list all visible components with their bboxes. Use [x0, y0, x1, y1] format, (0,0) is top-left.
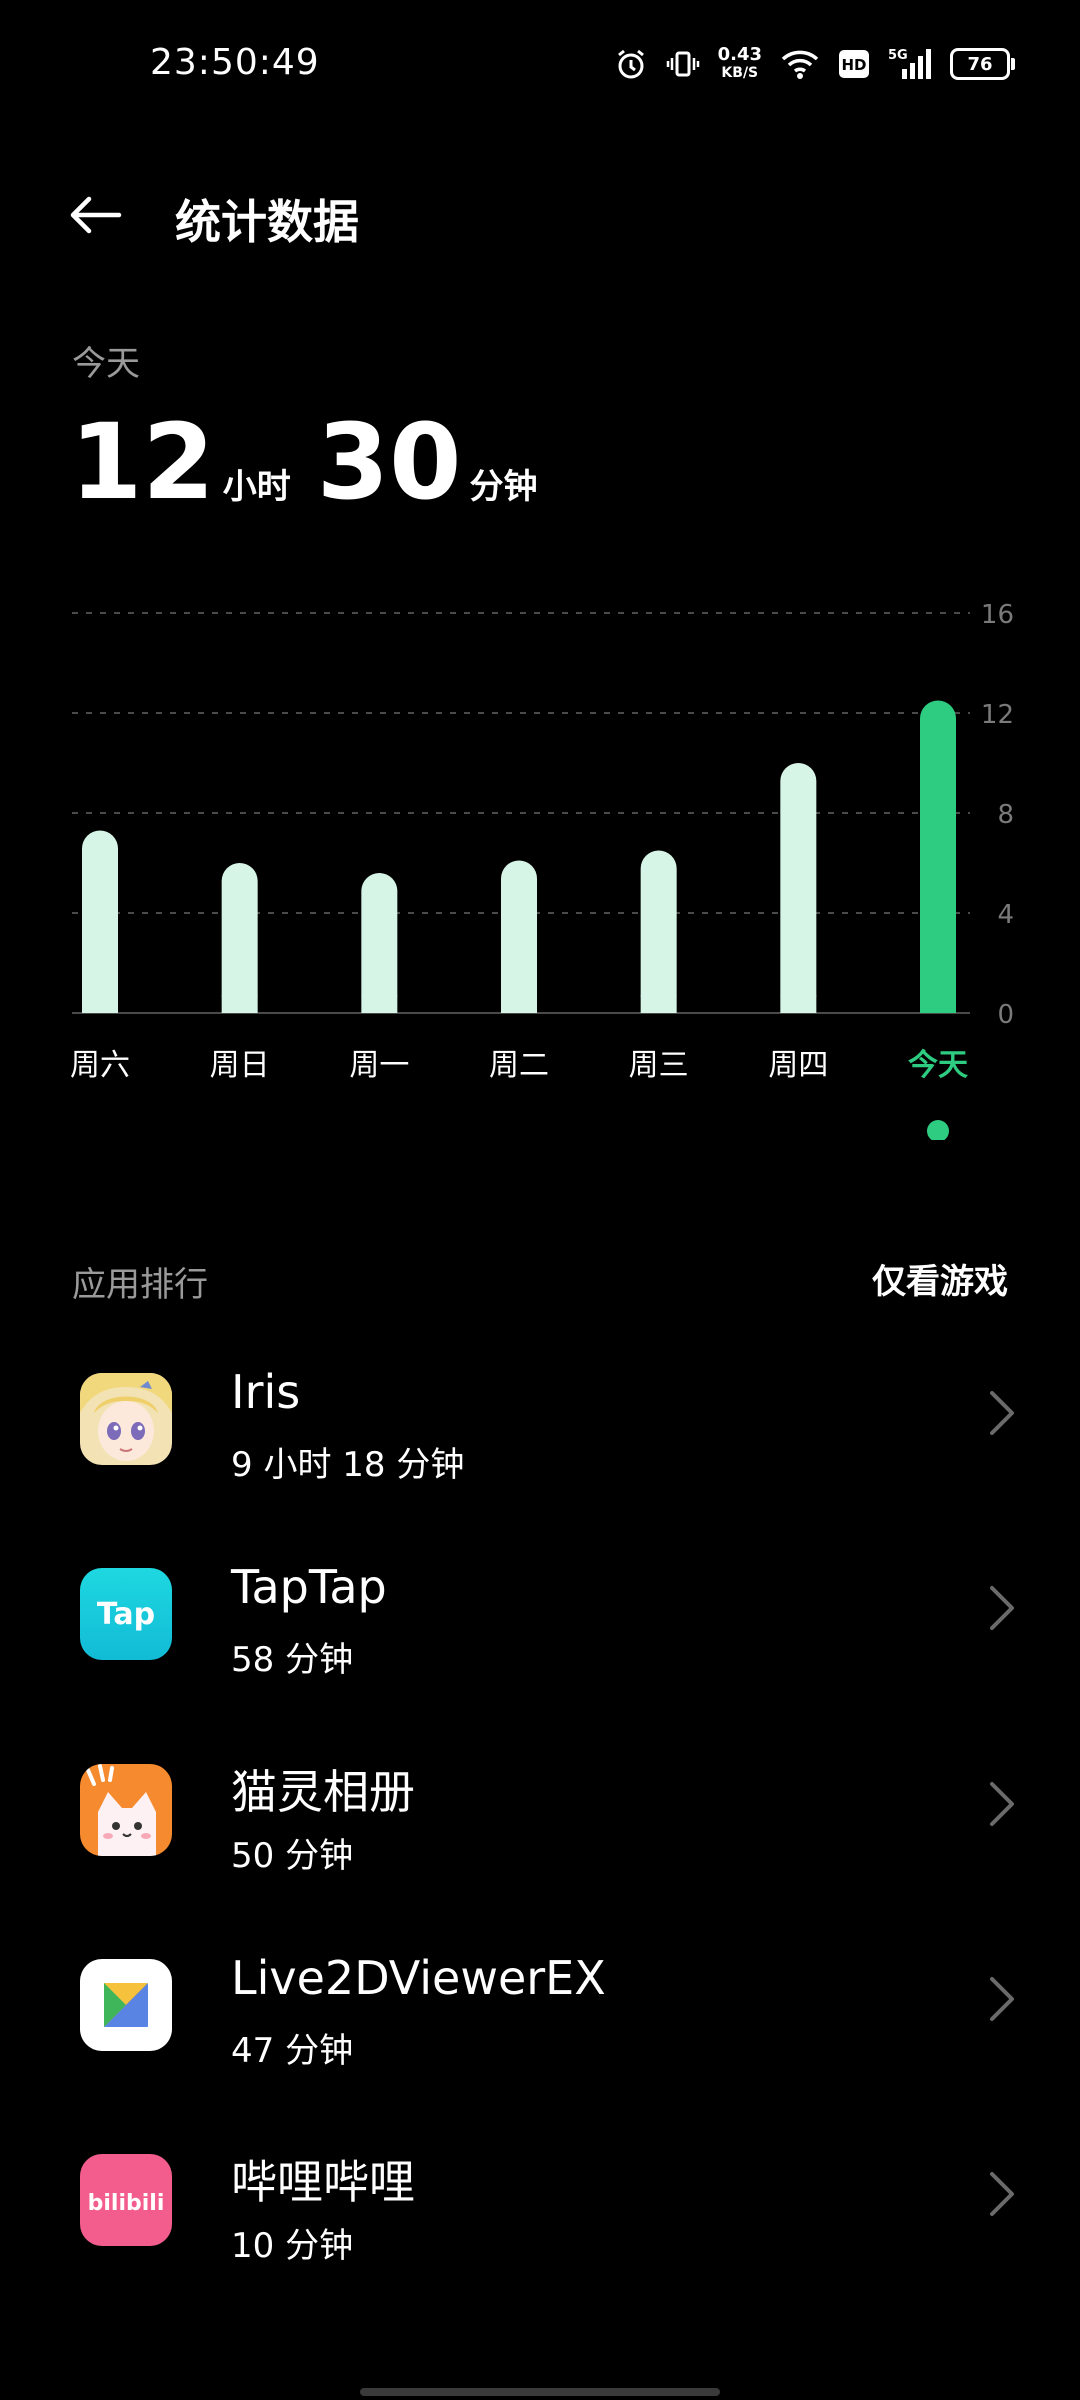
hours-value: 12: [70, 401, 215, 523]
bar-4[interactable]: [640, 850, 677, 1014]
bar-base-3: [501, 995, 537, 1013]
app-name: 哔哩哔哩: [231, 2155, 415, 2209]
app-name: Live2DViewerEX: [231, 1951, 606, 2005]
x-tick-label: 今天: [908, 1048, 968, 1083]
bar-base-0: [82, 995, 118, 1013]
svg-text:5G: 5G: [888, 48, 908, 63]
app-row-bilibili[interactable]: bilibili 哔哩哔哩 10 分钟: [0, 2104, 1080, 2294]
bar-base-1: [221, 995, 258, 1013]
hd-icon: HD: [838, 49, 870, 79]
y-tick-label: 0: [997, 1000, 1014, 1030]
bar-6[interactable]: [920, 700, 956, 1014]
chevron-right-icon: [990, 1977, 1014, 2021]
y-tick-label: 12: [981, 700, 1014, 730]
usage-summary: 12 小时 30 分钟: [70, 410, 563, 514]
y-tick-label: 8: [997, 800, 1014, 830]
svg-text:HD: HD: [841, 56, 866, 74]
taptap-app-icon: Tap: [80, 1568, 172, 1660]
back-button[interactable]: [60, 180, 130, 250]
app-name: 猫灵相册: [231, 1765, 415, 1819]
selected-day-indicator: [927, 1120, 949, 1140]
app-row-live2d[interactable]: Live2DViewerEX 47 分钟: [0, 1909, 1080, 2099]
cat-album-app-icon: [80, 1764, 172, 1856]
bar-3[interactable]: [501, 860, 537, 1014]
bar-base-5: [780, 995, 817, 1013]
ranking-title: 应用排行: [72, 1265, 208, 1305]
svg-text:Tap: Tap: [97, 1597, 155, 1632]
bar-5[interactable]: [780, 763, 817, 1013]
home-indicator[interactable]: [360, 2388, 720, 2396]
app-usage-time: 47 分钟: [231, 2031, 354, 2071]
battery-icon: 76: [950, 48, 1015, 80]
alarm-icon: [614, 47, 648, 81]
x-tick-label: 周一: [349, 1048, 409, 1083]
app-row-iris[interactable]: Iris 9 小时 18 分钟: [0, 1323, 1080, 1513]
x-tick-label: 周四: [768, 1048, 828, 1083]
chevron-right-icon: [990, 2172, 1014, 2216]
chevron-right-icon: [990, 1586, 1014, 1630]
minutes-value: 30: [316, 401, 462, 523]
live2d-app-icon: [80, 1959, 172, 2051]
iris-app-icon: [80, 1373, 172, 1465]
bar-0[interactable]: [82, 830, 118, 1014]
status-time: 23:50:49: [150, 42, 320, 83]
x-tick-label: 周三: [629, 1048, 689, 1083]
today-label: 今天: [72, 344, 140, 384]
app-usage-time: 50 分钟: [231, 1836, 354, 1876]
cellular-signal-icon: 5G: [888, 47, 932, 81]
y-tick-label: 4: [997, 900, 1014, 930]
usage-bar-chart: 0 4 8 12 16 周六 周日 周一 周二 周三 周四 今天: [70, 600, 1014, 1140]
svg-text:bilibili: bilibili: [88, 2191, 165, 2216]
app-usage-time: 9 小时 18 分钟: [231, 1445, 465, 1485]
bar-1[interactable]: [221, 863, 258, 1013]
x-tick-label: 周六: [70, 1048, 130, 1083]
wifi-icon: [780, 47, 820, 81]
bar-2[interactable]: [361, 873, 398, 1013]
minutes-unit: 分钟: [469, 467, 538, 507]
app-name: TapTap: [231, 1560, 387, 1614]
y-tick-label: 16: [981, 600, 1014, 630]
bar-base-6: [920, 995, 956, 1013]
bar-base-4: [640, 995, 677, 1013]
app-usage-time: 58 分钟: [231, 1640, 354, 1680]
network-speed: 0.43 KB/S: [717, 44, 762, 82]
bar-base-2: [361, 995, 398, 1013]
app-row-cat-album[interactable]: 猫灵相册 50 分钟: [0, 1714, 1080, 1904]
app-name: Iris: [231, 1365, 301, 1419]
x-tick-label: 周二: [489, 1048, 549, 1083]
hours-unit: 小时: [222, 467, 291, 507]
app-usage-time: 10 分钟: [231, 2226, 354, 2266]
chevron-right-icon: [990, 1782, 1014, 1826]
bilibili-app-icon: bilibili: [80, 2154, 172, 2246]
x-tick-label: 周日: [210, 1048, 270, 1083]
status-icons: 0.43 KB/S HD 5G 76: [614, 44, 1015, 84]
app-row-taptap[interactable]: Tap TapTap 58 分钟: [0, 1518, 1080, 1708]
games-only-button[interactable]: 仅看游戏: [872, 1254, 1008, 1303]
page-title: 统计数据: [175, 195, 359, 249]
vibrate-icon: [666, 47, 700, 81]
chevron-right-icon: [990, 1391, 1014, 1435]
back-arrow-icon: [70, 196, 122, 234]
